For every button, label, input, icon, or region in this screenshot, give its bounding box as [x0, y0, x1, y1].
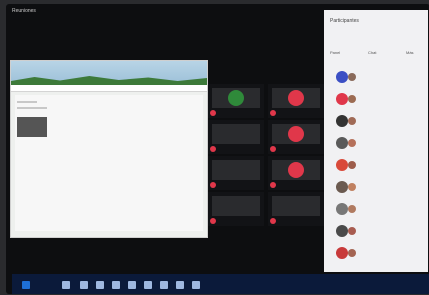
shared-screen	[10, 60, 208, 238]
participant-tile[interactable]	[268, 120, 324, 154]
status-icon	[348, 139, 356, 147]
shared-content	[15, 95, 203, 231]
status-icon	[348, 161, 356, 169]
mic-muted-icon	[210, 146, 216, 152]
avatar	[288, 125, 304, 142]
avatar	[336, 247, 348, 259]
mic-muted-icon	[210, 218, 216, 224]
mic-muted-icon	[210, 182, 216, 188]
status-icon	[348, 183, 356, 191]
participants-panel: Participantes Panel Chat Más	[324, 10, 428, 272]
status-icon	[348, 73, 356, 81]
shared-menu-bar	[11, 85, 207, 92]
participant-row[interactable]	[328, 244, 424, 266]
participant-row[interactable]	[328, 222, 424, 244]
task-view-icon[interactable]	[80, 281, 88, 289]
participant-tile[interactable]	[208, 84, 264, 118]
participant-row[interactable]	[328, 134, 424, 156]
mic-muted-icon	[270, 218, 276, 224]
participants-list	[328, 68, 424, 266]
tab-panel[interactable]: Panel	[330, 50, 340, 55]
avatar	[336, 159, 348, 171]
teams-icon[interactable]	[160, 281, 168, 289]
participant-row[interactable]	[328, 200, 424, 222]
mic-muted-icon	[270, 110, 276, 116]
avatar	[336, 115, 348, 127]
avatar	[228, 89, 244, 106]
avatar	[336, 225, 348, 237]
taskbar	[12, 274, 429, 294]
start-icon[interactable]	[22, 281, 30, 289]
participant-row[interactable]	[328, 68, 424, 90]
avatar	[336, 203, 348, 215]
participant-tile[interactable]	[208, 156, 264, 190]
status-icon	[348, 95, 356, 103]
status-icon	[348, 227, 356, 235]
shared-image-thumbnail	[17, 117, 47, 137]
avatar	[336, 181, 348, 193]
app-icon[interactable]	[192, 281, 200, 289]
panel-title: Participantes	[330, 18, 359, 24]
status-icon	[348, 205, 356, 213]
monitor-screen: Reuniones Participantes Panel Chat Más	[6, 4, 429, 294]
participant-video	[212, 124, 260, 144]
status-icon	[348, 249, 356, 257]
tab-more[interactable]: Más	[406, 50, 414, 55]
participant-row[interactable]	[328, 90, 424, 112]
avatar	[288, 89, 304, 106]
participant-video	[212, 160, 260, 180]
video-icon[interactable]	[176, 281, 184, 289]
window-title: Reuniones	[12, 8, 36, 14]
participant-video	[212, 196, 260, 216]
participant-row[interactable]	[328, 156, 424, 178]
shared-text-line	[17, 101, 37, 103]
search-icon[interactable]	[62, 281, 70, 289]
store-icon[interactable]	[128, 281, 136, 289]
avatar	[336, 71, 348, 83]
participant-video	[272, 196, 320, 216]
file-explorer-icon[interactable]	[112, 281, 120, 289]
tab-chat[interactable]: Chat	[368, 50, 376, 55]
participant-tile[interactable]	[268, 192, 324, 226]
mic-muted-icon	[270, 146, 276, 152]
participant-tile[interactable]	[208, 192, 264, 226]
panel-tabs: Panel Chat Más	[328, 50, 424, 60]
avatar	[288, 161, 304, 178]
mic-muted-icon	[270, 182, 276, 188]
participant-row[interactable]	[328, 178, 424, 200]
avatar	[336, 137, 348, 149]
participant-tile[interactable]	[268, 156, 324, 190]
participant-tile[interactable]	[208, 120, 264, 154]
participant-row[interactable]	[328, 112, 424, 134]
edge-icon[interactable]	[96, 281, 104, 289]
shared-text-line	[17, 107, 47, 109]
participant-tile[interactable]	[268, 84, 324, 118]
mic-muted-icon	[210, 110, 216, 116]
status-icon	[348, 117, 356, 125]
avatar	[336, 93, 348, 105]
mail-icon[interactable]	[144, 281, 152, 289]
